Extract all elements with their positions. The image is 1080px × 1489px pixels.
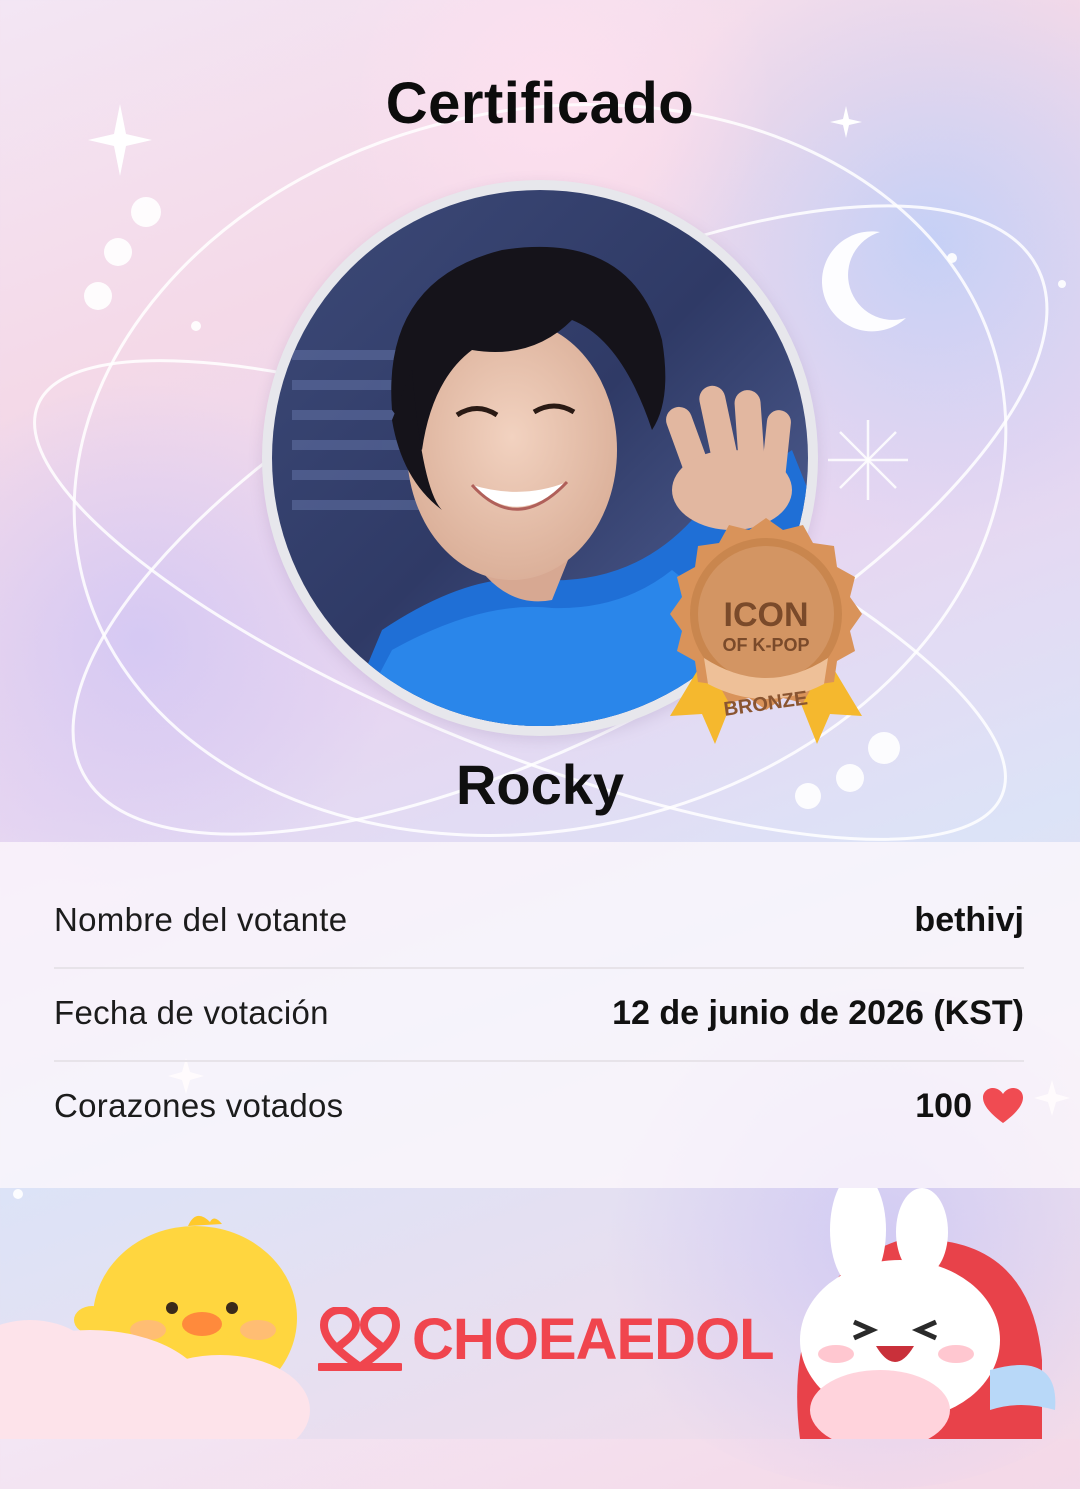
- certificate-title: Certificado: [385, 71, 695, 136]
- detail-row-date: Fecha de votación 12 de junio de 2026 (K…: [54, 967, 1024, 1059]
- detail-value: 12 de junio de 2026 (KST): [612, 993, 1024, 1032]
- vote-details-panel: Nombre del votante bethivj Fecha de vota…: [0, 842, 1080, 1188]
- brand-name: CHOEAEDOL: [412, 1307, 775, 1372]
- choeaedol-brand: CHOEAEDOL: [318, 1306, 775, 1373]
- bronze-medal-badge: ICON OF K-POP BRONZE: [670, 518, 862, 744]
- medal-line1: ICON: [724, 596, 809, 634]
- detail-label: Corazones votados: [54, 1087, 344, 1124]
- detail-row-hearts: Corazones votados 100: [54, 1060, 1024, 1152]
- bunny-mascot: [797, 1188, 1056, 1439]
- hearts-value-wrap: 100: [915, 1087, 1024, 1126]
- detail-label: Nombre del votante: [54, 901, 348, 938]
- heart-icon: [983, 1088, 1023, 1123]
- detail-value: 100: [915, 1086, 972, 1125]
- detail-row-voter: Nombre del votante bethivj: [54, 874, 1024, 966]
- choeaedol-logo-icon: [318, 1306, 402, 1371]
- moon-icon: [821, 231, 906, 332]
- sparkle-icon: [828, 420, 908, 500]
- medal-line2: OF K-POP: [722, 635, 809, 655]
- detail-value: bethivj: [914, 900, 1024, 939]
- idol-name: Rocky: [455, 753, 625, 816]
- detail-label: Fecha de votación: [54, 994, 329, 1031]
